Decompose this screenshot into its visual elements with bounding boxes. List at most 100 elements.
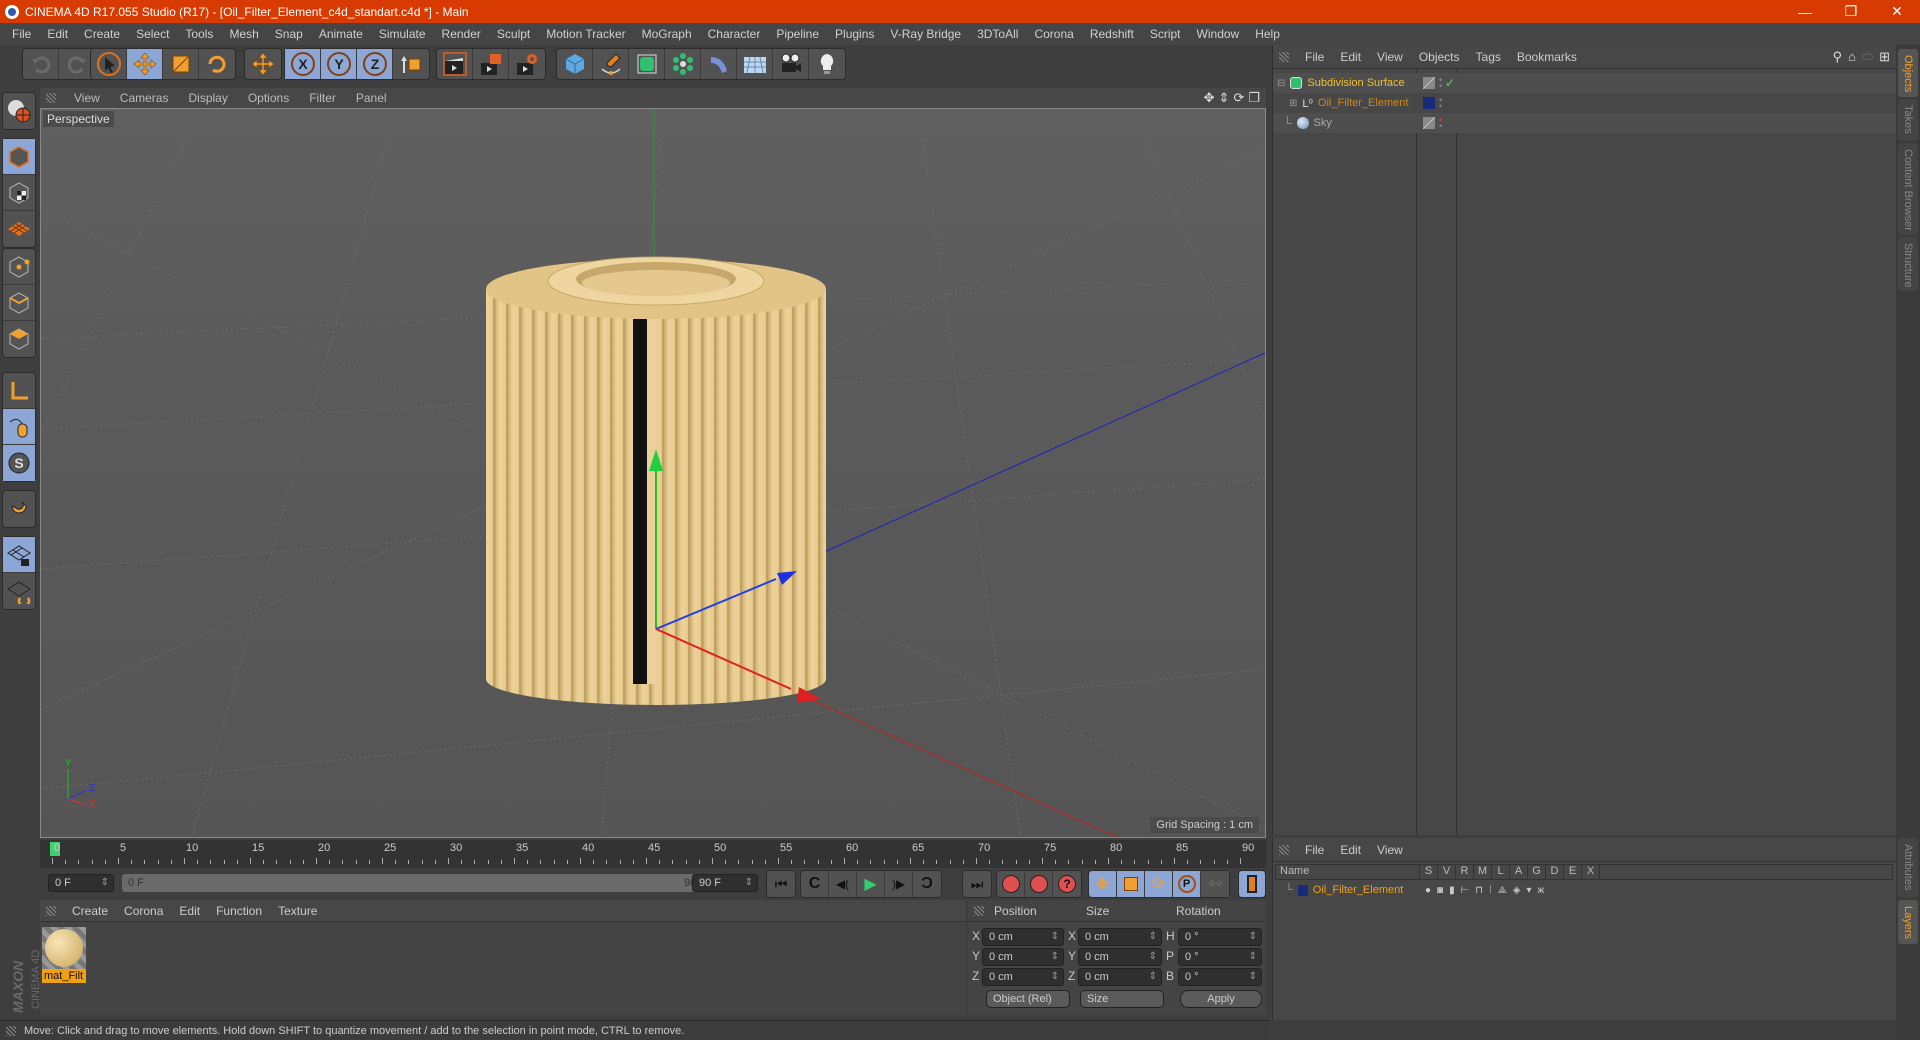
layer-column-r[interactable]: R (1456, 865, 1474, 879)
floor-icon[interactable] (737, 49, 773, 79)
edges-mode-icon[interactable] (3, 285, 35, 321)
timeline-ruler[interactable]: 0510152025303540455055606570758085900 F (40, 840, 1266, 868)
layer-column-a[interactable]: A (1510, 865, 1528, 879)
material-menu-create[interactable]: Create (64, 904, 116, 918)
layer-column-m[interactable]: M (1474, 865, 1492, 879)
play-icon[interactable]: ▶ (857, 871, 885, 897)
scale-icon[interactable] (163, 49, 199, 79)
viewport-menu-view[interactable]: View (64, 91, 110, 105)
prev-frame-icon[interactable]: ◀( (829, 871, 857, 897)
visibility-dots-icon[interactable]: • • (1439, 76, 1442, 91)
zoom-view-icon[interactable]: ⇕ (1219, 90, 1230, 106)
object-menu-tags[interactable]: Tags (1468, 50, 1509, 64)
layer-column-l[interactable]: L (1492, 865, 1510, 879)
object-row[interactable]: ⊞ L⁰ Oil_Filter_Element • • (1273, 93, 1897, 113)
points-mode-icon[interactable] (3, 249, 35, 285)
layer-name[interactable]: Oil_Filter_Element (1313, 884, 1403, 896)
viewport-menu-filter[interactable]: Filter (299, 91, 346, 105)
key-scale-icon[interactable] (1117, 871, 1145, 897)
menu-edit[interactable]: Edit (39, 27, 76, 41)
deformer-icon[interactable] (701, 49, 737, 79)
tab-attributes[interactable]: Attributes (1898, 838, 1918, 898)
size-x-field[interactable]: 0 cm (1078, 928, 1162, 946)
solo-mode-icon[interactable]: S (3, 445, 35, 481)
light-icon[interactable] (809, 49, 845, 79)
coordinate-system-icon[interactable] (393, 49, 429, 79)
panel-grip-icon[interactable] (1279, 844, 1289, 855)
menu-redshift[interactable]: Redshift (1082, 27, 1142, 41)
layer-column-d[interactable]: D (1546, 865, 1564, 879)
object-name[interactable]: Oil_Filter_Element (1318, 97, 1408, 109)
object-row[interactable]: └ Sky • • (1273, 113, 1897, 133)
object-menu-file[interactable]: File (1297, 50, 1332, 64)
y-axis-lock-icon[interactable]: Y (321, 49, 357, 79)
pen-icon[interactable] (593, 49, 629, 79)
frame-range-slider[interactable]: 0 F 90 F (122, 874, 722, 892)
texture-mode-icon[interactable] (3, 175, 35, 211)
axis-mode-icon[interactable] (3, 373, 35, 409)
timeline-window-icon[interactable] (1239, 871, 1265, 897)
menu-plugins[interactable]: Plugins (827, 27, 882, 41)
record-key-icon[interactable] (997, 871, 1025, 897)
object-name[interactable]: Sky (1314, 117, 1332, 129)
material-menu-texture[interactable]: Texture (270, 904, 325, 918)
layer-column-e[interactable]: E (1564, 865, 1582, 879)
restore-button[interactable]: ❐ (1828, 0, 1874, 23)
menu-snap[interactable]: Snap (267, 27, 311, 41)
close-button[interactable]: ✕ (1874, 0, 1920, 23)
menu-simulate[interactable]: Simulate (371, 27, 434, 41)
snap-magnet-icon[interactable] (3, 491, 35, 527)
material-swatch[interactable]: mat_Filt (42, 927, 86, 983)
visibility-dots-icon[interactable]: • • (1439, 96, 1442, 111)
current-frame-field[interactable]: 0 F (48, 874, 114, 892)
material-menu-function[interactable]: Function (208, 904, 270, 918)
object-menu-edit[interactable]: Edit (1332, 50, 1369, 64)
home-icon[interactable]: ⌂ (1848, 49, 1856, 65)
menu-tools[interactable]: Tools (177, 27, 221, 41)
render-picture-viewer-icon[interactable] (473, 49, 509, 79)
key-rotation-icon[interactable]: ⟳ (1145, 871, 1173, 897)
menu-help[interactable]: Help (1247, 27, 1288, 41)
menu-render[interactable]: Render (434, 27, 489, 41)
menu-3dtoall[interactable]: 3DToAll (969, 27, 1026, 41)
object-menu-view[interactable]: View (1369, 50, 1411, 64)
menu-script[interactable]: Script (1142, 27, 1189, 41)
pos-y-field[interactable]: 0 cm (982, 948, 1064, 966)
x-axis-lock-icon[interactable]: X (285, 49, 321, 79)
3d-viewport[interactable]: Y Z X Perspective Grid Spacing : 1 cm (40, 108, 1266, 838)
size-mode-dropdown[interactable]: Size (1080, 990, 1164, 1008)
panel-grip-icon[interactable] (46, 905, 56, 916)
new-panel-icon[interactable]: ⊞ (1879, 49, 1890, 65)
render-view-icon[interactable] (437, 49, 473, 79)
panel-grip-icon[interactable] (974, 905, 984, 916)
key-position-icon[interactable]: ✥ (1089, 871, 1117, 897)
menu-sculpt[interactable]: Sculpt (489, 27, 538, 41)
keyframe-selection-icon[interactable]: ? (1053, 871, 1081, 897)
material-menu-corona[interactable]: Corona (116, 904, 171, 918)
menu-mograph[interactable]: MoGraph (634, 27, 700, 41)
key-parameter-icon[interactable]: P (1173, 871, 1201, 897)
viewport-menu-options[interactable]: Options (238, 91, 299, 105)
menu-character[interactable]: Character (700, 27, 769, 41)
next-key-icon[interactable]: Ɔ (913, 871, 941, 897)
search-icon[interactable]: ⚲ (1833, 49, 1843, 65)
cloner-icon[interactable] (665, 49, 701, 79)
subdivision-icon[interactable] (629, 49, 665, 79)
goto-end-icon[interactable]: ⏭ (963, 871, 991, 897)
tab-layers[interactable]: Layers (1898, 900, 1918, 944)
menu-pipeline[interactable]: Pipeline (768, 27, 827, 41)
rotate-icon[interactable] (199, 49, 235, 79)
editor-visibility-icon[interactable] (1423, 77, 1435, 89)
object-menu-objects[interactable]: Objects (1411, 50, 1468, 64)
z-axis-lock-icon[interactable]: Z (357, 49, 393, 79)
object-menu-bookmarks[interactable]: Bookmarks (1509, 50, 1585, 64)
size-z-field[interactable]: 0 cm (1078, 968, 1162, 986)
menu-animate[interactable]: Animate (311, 27, 371, 41)
menu-window[interactable]: Window (1189, 27, 1248, 41)
coordinate-mode-dropdown[interactable]: Object (Rel) (986, 990, 1070, 1008)
layer-menu-edit[interactable]: Edit (1332, 843, 1369, 857)
undo-icon[interactable] (23, 49, 59, 79)
layer-row[interactable]: └ Oil_Filter_Element ●◙▮⊢⊓⁞⟁◈▾ж (1275, 882, 1893, 898)
menu-create[interactable]: Create (76, 27, 128, 41)
workplane-lock-icon[interactable] (3, 537, 35, 573)
